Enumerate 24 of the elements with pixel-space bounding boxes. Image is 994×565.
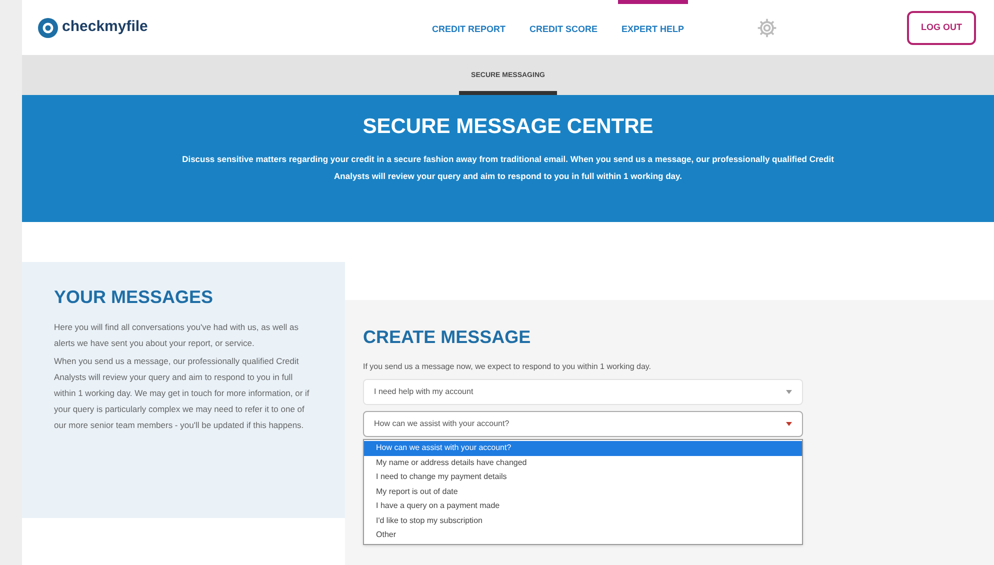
banner-text: Discuss sensitive matters regarding your credit in a secure fashion away from traditional email. When you send us a message, our professionally qualified Credit Analysts will review your query and aim to respond to you in full within 1 working day.: [181, 152, 835, 183]
dropdown[interactable]: How can we assist with your account?: [363, 411, 803, 437]
dropdown-option[interactable]: I'd like to stop my subscription: [364, 514, 802, 528]
panel-text: Here you will find all conversations you've had with us, as well as alerts we have sent you about your report, or service.: [54, 321, 300, 350]
panel-title: CREATE MESSAGE: [363, 326, 532, 349]
dropdown[interactable]: I need help with my account: [363, 379, 803, 405]
nav-link[interactable]: CREDIT SCORE: [526, 0, 602, 55]
caret-icon: [786, 390, 792, 394]
intro-text: If you send us a message now, we expect to respond to you within 1 working day.: [363, 361, 652, 373]
dropdown-option[interactable]: My report is out of date: [364, 484, 802, 499]
dropdown-option[interactable]: I need to change my payment details: [364, 470, 802, 484]
dropdown-option[interactable]: Other: [364, 528, 802, 542]
logo-icon: [38, 18, 58, 38]
banner-title: SECURE MESSAGE CENTRE: [362, 114, 654, 140]
nav-link[interactable]: CREDIT REPORT: [428, 0, 510, 55]
panel-title: YOUR MESSAGES: [54, 286, 214, 309]
panel-text: When you send us a message, our professionally qualified Credit Analysts will review your query and aim to respond to you in full within 1 working day. We may get in touch for more information, or if your query is particularly complex we may need to refer it to one of our more senior team members - you'll be updated if this happens.: [54, 355, 310, 432]
logo[interactable]: checkmyfile: [62, 16, 148, 39]
settings-icon[interactable]: [756, 16, 778, 38]
logout-button[interactable]: LOG OUT: [907, 10, 976, 44]
dropdown-option[interactable]: My name or address details have changed: [364, 456, 802, 470]
dropdown-option[interactable]: How can we assist with your account?: [364, 441, 802, 456]
caret-icon: [786, 422, 792, 426]
dropdown-option[interactable]: I have a query on a payment made: [364, 499, 802, 514]
